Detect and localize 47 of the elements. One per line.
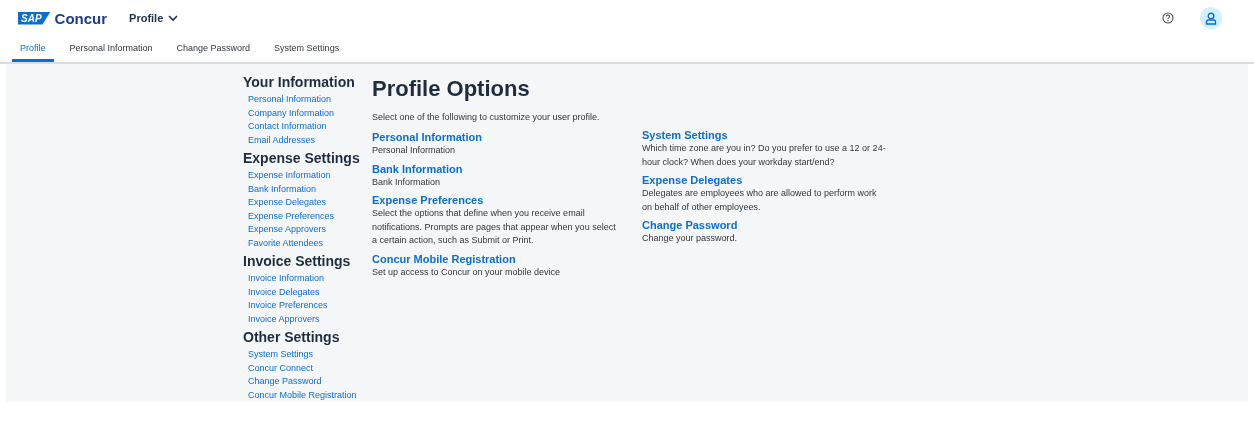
option-description: Select the options that define when you receive email notifications. Prompts are pages that appear when you select a certain action, such as Submit or Print. xyxy=(372,207,617,247)
user-avatar[interactable] xyxy=(1200,7,1222,29)
help-icon[interactable] xyxy=(1162,12,1174,24)
sidebar-link[interactable]: Invoice Delegates xyxy=(248,285,320,299)
sidebar-link[interactable]: Personal Information xyxy=(248,93,332,107)
sidebar-link[interactable]: Bank Information xyxy=(248,182,317,196)
sidebar-link[interactable]: Company Information xyxy=(248,106,335,120)
sidebar-link[interactable]: Change Password xyxy=(248,375,322,389)
option-link[interactable]: Change Password xyxy=(642,218,887,232)
sidebar-link[interactable]: Invoice Preferences xyxy=(248,299,328,313)
sidebar-link[interactable]: Contact Information xyxy=(248,120,327,134)
sidebar-link[interactable]: System Settings xyxy=(248,348,314,362)
sidebar-link[interactable]: Invoice Approvers xyxy=(248,312,320,326)
sidebar-link[interactable]: Concur Mobile Registration xyxy=(248,388,357,402)
option-description: Which time zone are you in? Do you prefer to use a 12 or 24-hour clock? When does your workday start/end? xyxy=(642,142,887,169)
option-link[interactable]: Concur Mobile Registration xyxy=(372,251,617,266)
sidebar-link[interactable]: Expense Information xyxy=(248,169,331,183)
sidebar-link[interactable]: Expense Approvers xyxy=(248,223,327,237)
chevron-icon xyxy=(168,14,179,22)
sidebar-link[interactable]: Expense Delegates xyxy=(248,196,327,210)
option-description: Personal Information xyxy=(372,144,457,157)
intro-text: Select one of the following to customize your user profile. xyxy=(372,112,601,122)
option-link[interactable]: Expense Preferences xyxy=(372,193,617,207)
sidebar-link[interactable]: Favorite Attendees xyxy=(248,236,324,250)
option-description: Delegates are employees who are allowed to perform work on behalf of other employees. xyxy=(642,187,878,214)
logo-text: Concur xyxy=(54,9,108,27)
option-link[interactable]: Expense Delegates xyxy=(642,173,887,187)
option-description: Set up access to Concur on your mobile device xyxy=(372,265,562,279)
page-title: Profile Options xyxy=(372,75,531,103)
sidebar-link[interactable]: Invoice Information xyxy=(248,272,325,286)
logo-mark: SAP xyxy=(18,11,51,25)
section-heading: Your Information xyxy=(243,74,355,90)
option-link[interactable]: Bank Information xyxy=(372,161,617,176)
tab[interactable]: System Settings xyxy=(266,36,348,62)
profile-menu[interactable]: Profile xyxy=(129,12,179,24)
option-link[interactable]: Personal Information xyxy=(372,130,617,144)
tab[interactable]: Change Password xyxy=(168,36,259,62)
section-heading: Expense Settings xyxy=(243,150,360,166)
option-link[interactable]: System Settings xyxy=(642,128,887,142)
sidebar-link[interactable]: Expense Preferences xyxy=(248,209,335,223)
option-description: Change your password. xyxy=(642,232,739,245)
option-description: Bank Information xyxy=(372,175,442,189)
tab[interactable]: Personal Information xyxy=(61,36,161,62)
section-heading: Other Settings xyxy=(243,329,340,345)
section-heading: Invoice Settings xyxy=(243,253,351,269)
sidebar-link[interactable]: Email Addresses xyxy=(248,133,316,147)
sidebar-link[interactable]: Concur Connect xyxy=(248,361,314,375)
